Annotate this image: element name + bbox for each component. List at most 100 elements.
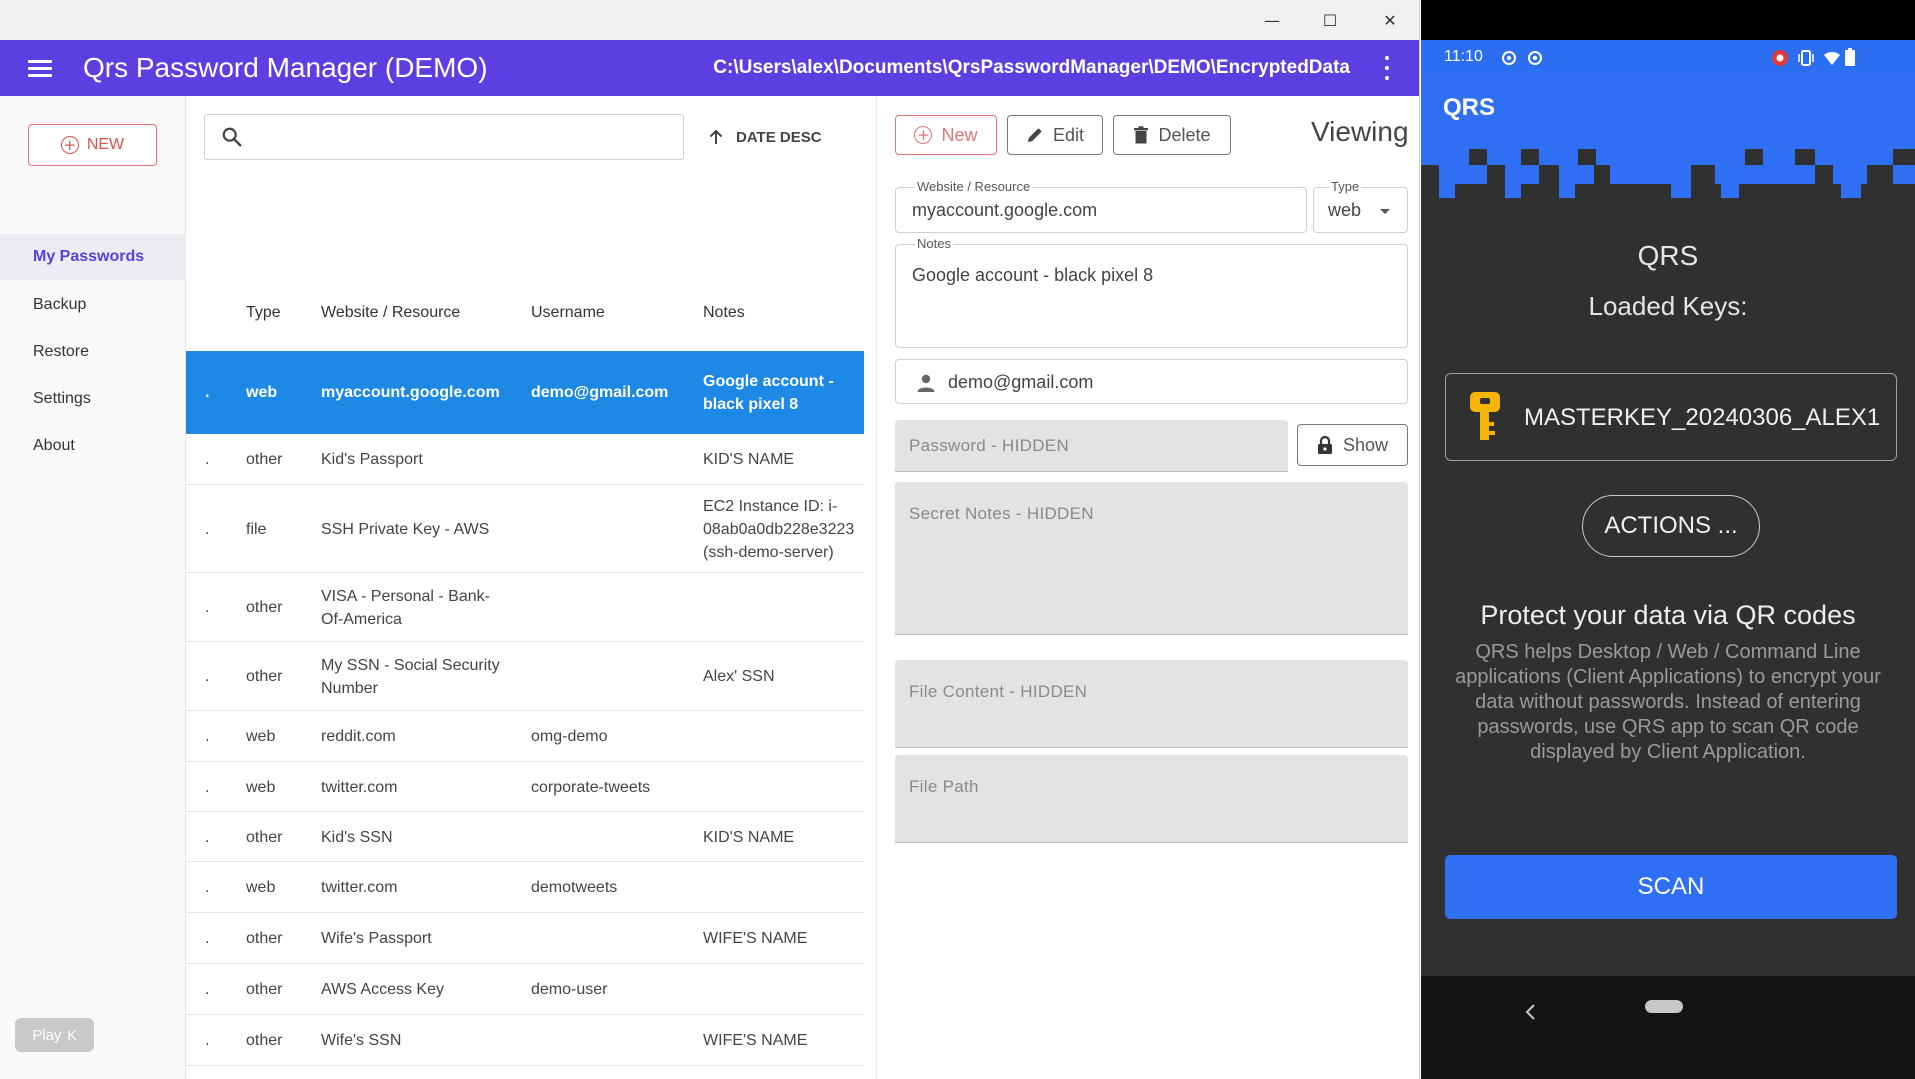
row-type: other [246, 599, 283, 616]
file-content-field[interactable]: File Content - HIDDEN [895, 660, 1408, 748]
search-box[interactable] [204, 114, 684, 160]
row-indicator: . [205, 451, 210, 468]
window-titlebar: — ☐ ✕ [0, 0, 1419, 40]
maximize-button[interactable]: ☐ [1306, 6, 1354, 34]
vibrate-icon [1798, 50, 1814, 66]
row-indicator: . [205, 599, 210, 616]
table-row[interactable]: . other AWS Access Key demo-user [186, 964, 864, 1015]
table-row[interactable]: . web reddit.com omg-demo [186, 711, 864, 762]
play-badge[interactable]: Play K [15, 1018, 94, 1052]
row-username: demo@gmail.com [531, 384, 669, 401]
new-button[interactable]: + New [895, 115, 997, 155]
column-header-type[interactable]: Type [246, 304, 281, 322]
notes-field[interactable]: Notes Google account - black pixel 8 [895, 236, 1408, 348]
table-row[interactable]: . web twitter.com demotweets [186, 862, 864, 913]
secret-notes-field[interactable]: Secret Notes - HIDDEN [895, 482, 1408, 635]
lock-icon [1317, 435, 1332, 454]
table-row[interactable]: . other My SSN - Social Security Number Ale… [186, 642, 864, 711]
row-website: Kid's Passport [321, 451, 423, 468]
edit-button-label: Edit [1052, 124, 1085, 145]
row-website: My SSN - Social Security Number [321, 657, 500, 697]
file-path-field[interactable]: File Path [895, 755, 1408, 843]
back-icon[interactable] [1521, 1002, 1541, 1022]
username-field[interactable]: demo@gmail.com [895, 359, 1408, 404]
password-field[interactable]: Password - HIDDEN [895, 420, 1288, 472]
battery-icon [1845, 48, 1855, 66]
type-select-value: web [1328, 200, 1362, 220]
row-indicator: . [205, 779, 210, 796]
sort-label: DATE DESC [736, 128, 822, 146]
sidebar-item-about[interactable]: About [0, 423, 186, 469]
sidebar-item-my-passwords[interactable]: My Passwords [0, 234, 186, 280]
row-type: other [246, 1032, 283, 1049]
delete-button[interactable]: Delete [1113, 115, 1231, 155]
username-field-value: demo@gmail.com [948, 372, 1094, 392]
row-type: other [246, 829, 283, 846]
show-password-button[interactable]: Show [1297, 424, 1408, 466]
type-select-label: Type [1329, 179, 1362, 194]
arrow-up-icon [709, 129, 723, 144]
wifi-icon [1824, 51, 1840, 65]
row-username: demotweets [531, 879, 618, 896]
row-username: demo-user [531, 981, 608, 998]
sidebar: + NEW My Passwords Backup Restore Settin… [0, 96, 186, 1079]
protect-description: QRS helps Desktop / Web / Command Line a… [1455, 641, 1881, 763]
close-button[interactable]: ✕ [1366, 6, 1414, 34]
table-row[interactable]: . other Wife's SSN WIFE'S NAME [186, 1015, 864, 1066]
menu-icon[interactable] [28, 57, 52, 79]
data-file-path: C:\Users\alex\Documents\QrsPasswordManag… [713, 57, 1350, 78]
sidebar-item-restore[interactable]: Restore [0, 329, 186, 375]
more-options-icon[interactable] [1384, 56, 1390, 80]
person-icon [917, 374, 935, 392]
edit-button[interactable]: Edit [1007, 115, 1103, 155]
actions-button[interactable]: ACTIONS ... [1582, 495, 1760, 557]
phone-mirror: 11:10 QRS QRS Loaded Keys: MASTERKEY_202… [1421, 0, 1915, 1079]
file-content-placeholder: File Content - HIDDEN [909, 682, 1088, 701]
row-indicator: . [205, 829, 210, 846]
table-row[interactable]: . file SSH Private Key - AWS EC2 Instance I… [186, 485, 864, 573]
status-time: 11:10 [1444, 48, 1483, 65]
table-row[interactable]: . other VISA - Personal - Bank-Of-America [186, 573, 864, 642]
column-header-username[interactable]: Username [531, 304, 605, 322]
new-entry-button[interactable]: + NEW [28, 124, 157, 166]
row-username: omg-demo [531, 728, 608, 745]
type-select[interactable]: Type web [1313, 179, 1408, 233]
column-header-notes[interactable]: Notes [703, 304, 745, 322]
phone-app-bar: QRS [1421, 74, 1915, 219]
table-row[interactable]: . other Wife's Passport WIFE'S NAME [186, 913, 864, 964]
row-notes: WIFE'S NAME [703, 1032, 808, 1049]
search-input[interactable] [255, 123, 675, 151]
sidebar-item-settings[interactable]: Settings [0, 376, 186, 422]
row-type: web [246, 384, 278, 401]
row-website: Wife's Passport [321, 930, 432, 947]
row-website: reddit.com [321, 728, 396, 745]
home-pill[interactable] [1645, 1000, 1683, 1013]
table-row[interactable]: . other Kid's SSN KID'S NAME [186, 812, 864, 862]
scan-button[interactable]: SCAN [1445, 855, 1897, 919]
password-list-panel: DATE DESC Type Website / Resource Userna… [186, 96, 876, 1079]
phone-screen: 11:10 QRS QRS Loaded Keys: MASTERKEY_202… [1421, 40, 1915, 976]
row-indicator: . [205, 521, 210, 538]
row-notes: WIFE'S NAME [703, 930, 808, 947]
row-website: Wife's SSN [321, 1032, 402, 1049]
row-notes: Google account - black pixel 8 [703, 373, 834, 413]
minimize-button[interactable]: — [1248, 6, 1296, 34]
row-notes: KID'S NAME [703, 451, 795, 468]
row-type: other [246, 451, 283, 468]
detail-panel: + New Edit Delete Viewing Website / Reso… [876, 96, 1419, 1079]
table-row[interactable]: . web twitter.com corporate-tweets [186, 762, 864, 812]
column-header-website[interactable]: Website / Resource [321, 304, 460, 322]
key-icon [1470, 392, 1500, 440]
add-circle-icon: + [914, 126, 933, 144]
pencil-icon [1027, 128, 1042, 142]
website-field[interactable]: Website / Resource myaccount.google.com [895, 179, 1307, 233]
key-card[interactable]: MASTERKEY_20240306_ALEX1 [1445, 373, 1897, 461]
row-type: other [246, 668, 283, 685]
row-username: corporate-tweets [531, 779, 651, 796]
row-indicator: . [205, 930, 210, 947]
table-row[interactable]: . web myaccount.google.com demo@gmail.com Go… [186, 351, 864, 434]
sort-button[interactable]: DATE DESC [708, 124, 822, 150]
row-website: SSH Private Key - AWS [321, 521, 490, 538]
sidebar-item-backup[interactable]: Backup [0, 282, 186, 328]
table-row[interactable]: . other Kid's Passport KID'S NAME [186, 434, 864, 485]
